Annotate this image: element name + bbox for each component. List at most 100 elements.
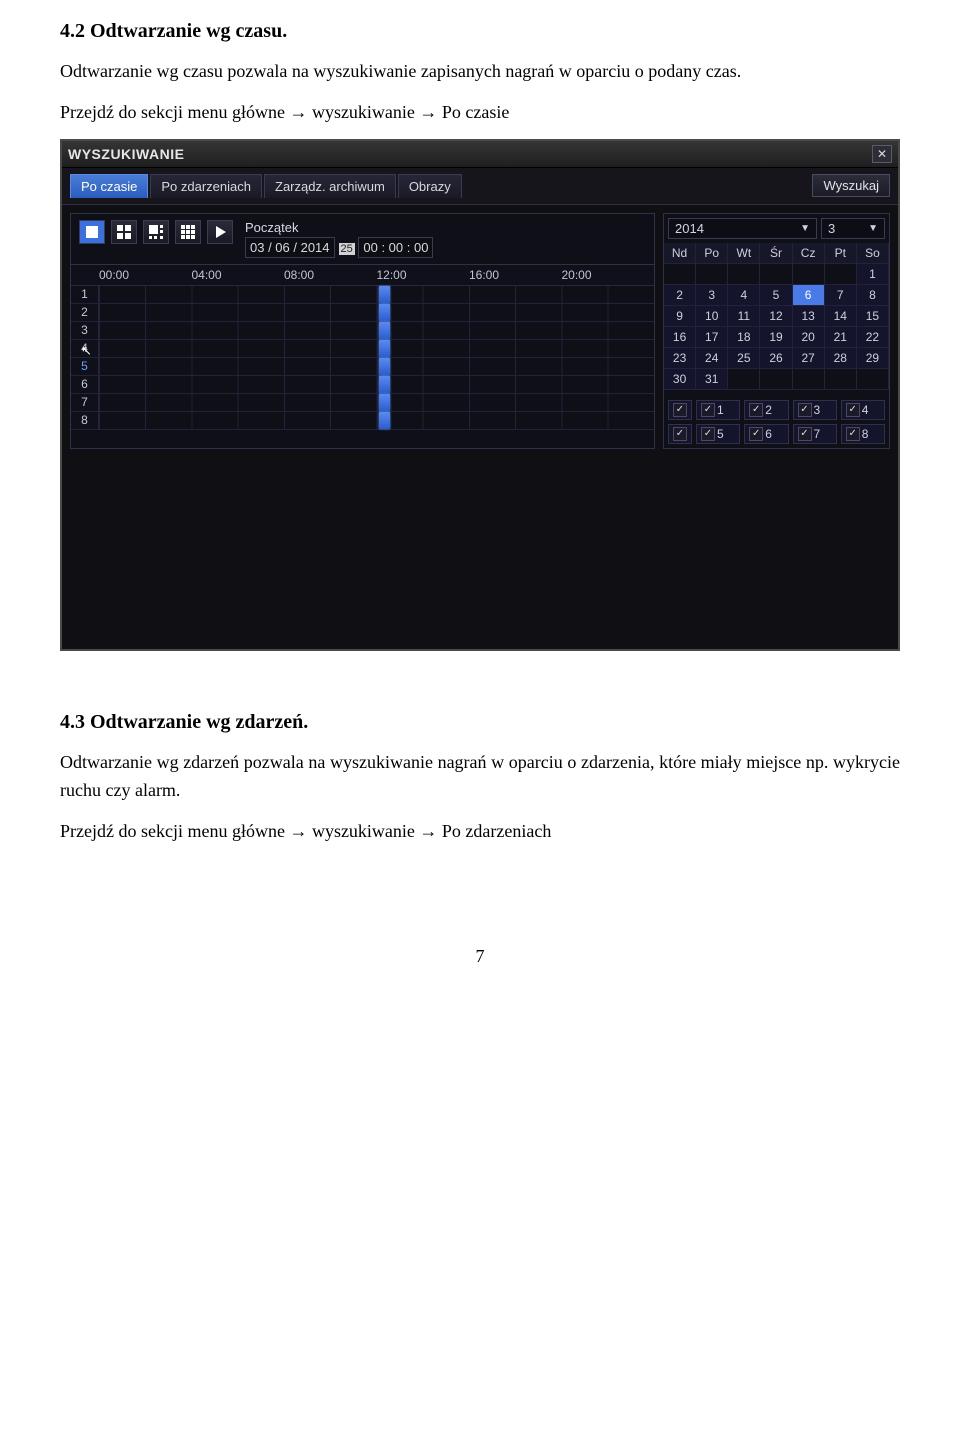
view-2x2-button[interactable] [111, 220, 137, 244]
calendar-day[interactable]: 11 [728, 306, 760, 327]
calendar-day[interactable]: 28 [825, 348, 857, 369]
calendar-day[interactable]: 27 [793, 348, 825, 369]
start-date-input[interactable]: 03 / 06 / 2014 [245, 237, 335, 258]
dow-label: So [857, 243, 889, 264]
channel-select-all-2[interactable] [668, 424, 692, 444]
calendar-day[interactable]: 2 [664, 285, 696, 306]
calendar-day[interactable]: 12 [760, 306, 792, 327]
calendar-day[interactable]: 1 [857, 264, 889, 285]
calendar-day[interactable]: 24 [696, 348, 728, 369]
calendar-day[interactable]: 26 [760, 348, 792, 369]
tab-archive-mgmt[interactable]: Zarządz. archiwum [264, 174, 396, 198]
checkbox-icon [749, 427, 763, 441]
channel-checkbox-8[interactable]: 8 [841, 424, 885, 444]
timeline-row[interactable]: 1 [71, 286, 654, 304]
grid1-icon [84, 224, 100, 240]
timeline-row[interactable]: 3 [71, 322, 654, 340]
calendar-day[interactable]: 10 [696, 306, 728, 327]
calendar-panel: 2014 ▼ 3 ▼ Nd Po Wt Śr Cz Pt So [663, 213, 890, 449]
calendar-day[interactable]: 5 [760, 285, 792, 306]
calendar-day[interactable]: 17 [696, 327, 728, 348]
year-value: 2014 [675, 221, 704, 236]
calendar-day[interactable]: 31 [696, 369, 728, 390]
channel-label: 3 [814, 403, 821, 417]
tab-images[interactable]: Obrazy [398, 174, 462, 198]
calendar-empty [760, 264, 792, 285]
row-label: 8 [71, 412, 99, 429]
calendar-day-selected[interactable]: 6 [793, 285, 825, 306]
page-number: 7 [60, 946, 900, 967]
timeline-row[interactable]: 8 [71, 412, 654, 430]
timeline-hours-header: 00:00 04:00 08:00 12:00 16:00 20:00 [71, 265, 654, 286]
tab-by-event[interactable]: Po zdarzeniach [150, 174, 262, 198]
timeline-row[interactable]: 2 [71, 304, 654, 322]
month-select[interactable]: 3 ▼ [821, 218, 885, 239]
start-time-input[interactable]: 00 : 00 : 00 [358, 237, 433, 258]
close-icon: ✕ [877, 147, 887, 161]
channel-checkbox-2[interactable]: 2 [744, 400, 788, 420]
hour-label: 08:00 [284, 265, 377, 285]
channel-select-all-1[interactable] [668, 400, 692, 420]
row-label: 1 [71, 286, 99, 303]
timeline-rows: 1 2 3 4 [71, 286, 654, 430]
calendar-grid: 1 2 3 4 5 6 7 8 9 10 11 12 13 14 15 16 1 [664, 264, 889, 390]
hour-label: 04:00 [192, 265, 285, 285]
play-button[interactable] [207, 220, 233, 244]
calendar-day[interactable]: 3 [696, 285, 728, 306]
year-select[interactable]: 2014 ▼ [668, 218, 817, 239]
timeline-row[interactable]: 5 [71, 358, 654, 376]
tab-by-time[interactable]: Po czasie [70, 174, 148, 198]
calendar-day[interactable]: 21 [825, 327, 857, 348]
channel-checkbox-1[interactable]: 1 [696, 400, 740, 420]
close-button[interactable]: ✕ [872, 145, 892, 163]
calendar-day[interactable]: 18 [728, 327, 760, 348]
start-block: Początek 03 / 06 / 2014 25 00 : 00 : 00 [245, 220, 433, 258]
calendar-day[interactable]: 19 [760, 327, 792, 348]
view-1x1-button[interactable] [79, 220, 105, 244]
play-icon [212, 224, 228, 240]
calendar-day[interactable]: 14 [825, 306, 857, 327]
channel-checkbox-3[interactable]: 3 [793, 400, 837, 420]
row-label: 3 [71, 322, 99, 339]
calendar-empty [825, 264, 857, 285]
calendar-day[interactable]: 13 [793, 306, 825, 327]
calendar-day[interactable]: 30 [664, 369, 696, 390]
hour-label: 00:00 [99, 265, 192, 285]
section-heading-2: 4.3 Odtwarzanie wg zdarzeń. [60, 711, 900, 734]
calendar-day[interactable]: 7 [825, 285, 857, 306]
row-label: 5 [71, 358, 99, 375]
calendar-day[interactable]: 4 [728, 285, 760, 306]
calendar-day[interactable]: 22 [857, 327, 889, 348]
calendar-day[interactable]: 15 [857, 306, 889, 327]
timeline-row[interactable]: 6 [71, 376, 654, 394]
calendar-day[interactable]: 16 [664, 327, 696, 348]
checkbox-icon [701, 403, 715, 417]
calendar-empty [793, 369, 825, 390]
view-1+5-button[interactable] [143, 220, 169, 244]
calendar-day[interactable]: 20 [793, 327, 825, 348]
search-button[interactable]: Wyszukaj [812, 174, 890, 197]
calendar-empty [728, 369, 760, 390]
view-3x3-button[interactable] [175, 220, 201, 244]
checkbox-icon [673, 403, 687, 417]
timeline-row[interactable]: 7 [71, 394, 654, 412]
channel-checkbox-4[interactable]: 4 [841, 400, 885, 420]
calendar-empty [696, 264, 728, 285]
calendar-day[interactable]: 25 [728, 348, 760, 369]
paragraph: Przejdź do sekcji menu główne → wyszukiw… [60, 98, 900, 127]
calendar-day[interactable]: 9 [664, 306, 696, 327]
hour-label: 20:00 [562, 265, 655, 285]
chevron-down-icon: ▼ [800, 223, 810, 234]
timeline-row[interactable]: 4 [71, 340, 654, 358]
calendar-day[interactable]: 23 [664, 348, 696, 369]
calendar-day[interactable]: 8 [857, 285, 889, 306]
checkbox-icon [749, 403, 763, 417]
paragraph: Odtwarzanie wg zdarzeń pozwala na wyszuk… [60, 748, 900, 806]
channel-checkbox-5[interactable]: 5 [696, 424, 740, 444]
timeline-panel: Początek 03 / 06 / 2014 25 00 : 00 : 00 … [70, 213, 655, 449]
channel-checkbox-6[interactable]: 6 [744, 424, 788, 444]
channel-checkbox-7[interactable]: 7 [793, 424, 837, 444]
date-day-spinner[interactable]: 25 [339, 243, 355, 255]
calendar-day[interactable]: 29 [857, 348, 889, 369]
window-title: WYSZUKIWANIE [68, 146, 184, 162]
